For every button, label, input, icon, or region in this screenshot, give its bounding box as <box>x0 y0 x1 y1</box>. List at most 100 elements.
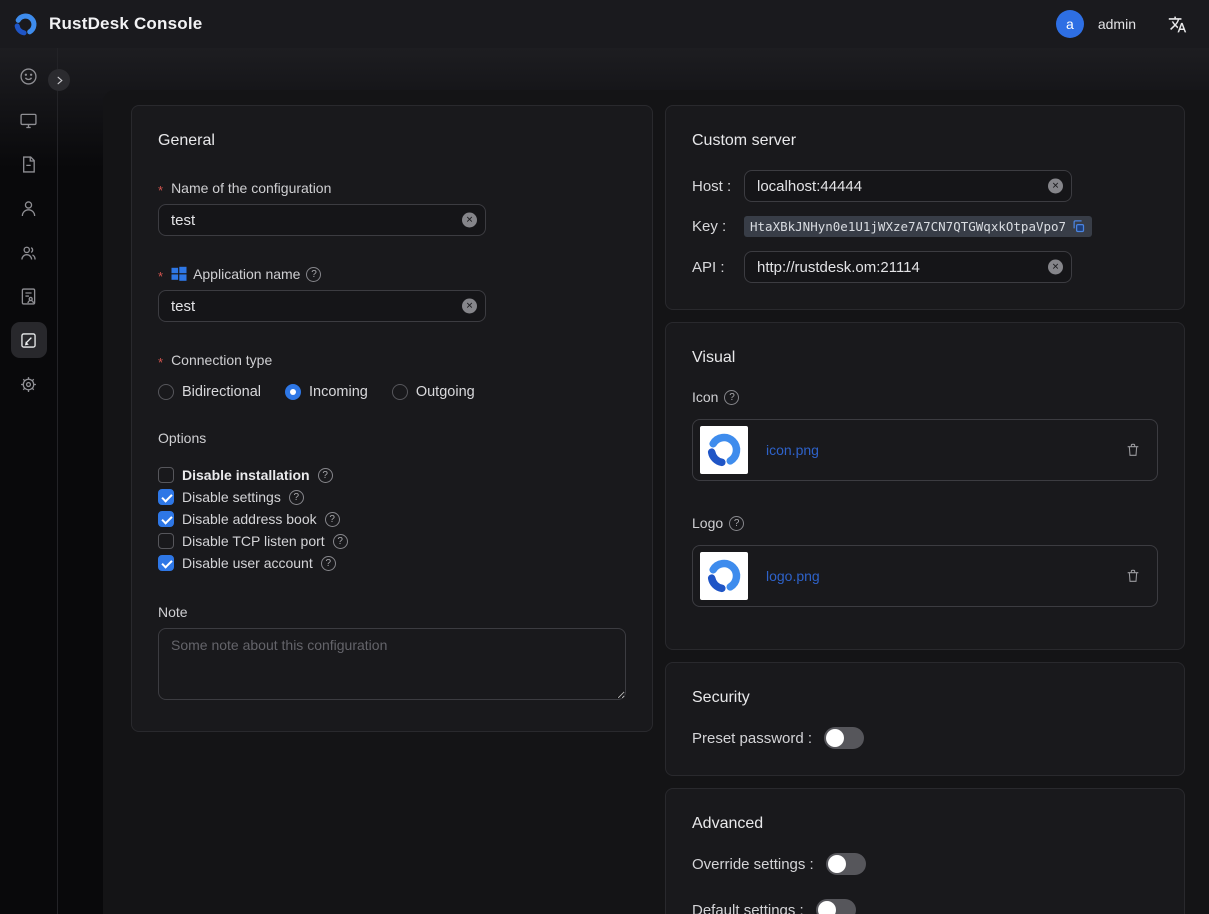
visual-title: Visual <box>692 349 1158 367</box>
windows-icon <box>171 266 187 282</box>
disable-user-account-help-icon[interactable]: ? <box>321 556 336 571</box>
override-settings-label: Override settings : <box>692 856 814 873</box>
disable-address-book-help-icon[interactable]: ? <box>325 512 340 527</box>
icon-file-link[interactable]: icon.png <box>766 442 819 458</box>
visual-card: Visual Icon ? icon.png <box>665 322 1185 650</box>
preset-password-toggle[interactable] <box>824 727 864 749</box>
rustdesk-logo-icon <box>704 556 744 596</box>
checkbox-disable-user-account[interactable]: Disable user account ? <box>158 552 626 574</box>
checkbox-label: Disable TCP listen port <box>182 533 325 549</box>
logo-help-icon[interactable]: ? <box>729 516 744 531</box>
server-key-value: HtaXBkJNHyn0e1U1jWXze7A7CN7QTGWqxkOtpaVp… <box>750 219 1065 234</box>
custom-server-card: Custom server Host : ✕ Key : HtaXBkJNHyn… <box>665 105 1185 310</box>
radio-outgoing[interactable]: Outgoing <box>392 384 475 400</box>
disable-tcp-listen-port-help-icon[interactable]: ? <box>333 534 348 549</box>
trash-icon <box>1125 442 1141 458</box>
radio-label: Bidirectional <box>182 384 261 400</box>
sidebar-item-documents[interactable] <box>11 146 47 182</box>
sidebar-expand-button[interactable] <box>48 69 70 91</box>
connection-type-group: Bidirectional Incoming Outgoing <box>158 384 626 400</box>
audit-log-icon <box>18 286 39 307</box>
smiley-icon <box>18 66 39 87</box>
host-input[interactable] <box>744 170 1072 202</box>
language-switch-button[interactable] <box>1168 15 1187 34</box>
logo-label: Logo <box>692 515 723 531</box>
key-label: Key : <box>692 218 744 235</box>
icon-preview <box>700 426 748 474</box>
checkbox-box[interactable] <box>158 467 174 483</box>
checkbox-box[interactable] <box>158 533 174 549</box>
checkbox-label: Disable address book <box>182 511 317 527</box>
config-name-input[interactable] <box>158 204 486 236</box>
default-settings-label: Default settings : <box>692 902 804 914</box>
required-asterisk: * <box>158 269 163 284</box>
trash-icon <box>1125 568 1141 584</box>
disable-installation-help-icon[interactable]: ? <box>318 468 333 483</box>
radio-circle[interactable] <box>158 384 174 400</box>
gear-icon <box>18 374 39 395</box>
radio-bidirectional[interactable]: Bidirectional <box>158 384 261 400</box>
sidebar-item-dashboard[interactable] <box>11 58 47 94</box>
application-name-label: Application name <box>193 266 300 282</box>
checkbox-disable-address-book[interactable]: Disable address book ? <box>158 508 626 530</box>
avatar[interactable]: a <box>1056 10 1084 38</box>
brand: RustDesk Console <box>12 11 202 38</box>
clear-config-name-icon[interactable]: ✕ <box>462 213 477 228</box>
icon-label: Icon <box>692 389 718 405</box>
radio-incoming[interactable]: Incoming <box>285 384 368 400</box>
radio-label: Outgoing <box>416 384 475 400</box>
monitor-icon <box>18 110 39 131</box>
checkbox-disable-installation[interactable]: Disable installation ? <box>158 464 626 486</box>
icon-file-row: icon.png <box>692 419 1158 481</box>
sidebar-item-settings[interactable] <box>11 366 47 402</box>
logo-preview <box>700 552 748 600</box>
application-name-help-icon[interactable]: ? <box>306 267 321 282</box>
default-settings-toggle[interactable] <box>816 899 856 914</box>
sidebar-item-audit-log[interactable] <box>11 278 47 314</box>
advanced-card: Advanced Override settings : Default set… <box>665 788 1185 914</box>
server-key-field: HtaXBkJNHyn0e1U1jWXze7A7CN7QTGWqxkOtpaVp… <box>744 216 1092 237</box>
sidebar-item-configurations[interactable] <box>11 322 47 358</box>
api-input[interactable] <box>744 251 1072 283</box>
radio-circle[interactable] <box>392 384 408 400</box>
top-header: RustDesk Console a admin <box>0 0 1209 48</box>
custom-server-title: Custom server <box>692 132 1158 150</box>
users-icon <box>18 242 39 263</box>
clear-host-icon[interactable]: ✕ <box>1048 179 1063 194</box>
override-settings-toggle[interactable] <box>826 853 866 875</box>
checkbox-box[interactable] <box>158 511 174 527</box>
sidebar <box>0 48 58 914</box>
note-textarea[interactable] <box>158 628 626 700</box>
security-card: Security Preset password : <box>665 662 1185 776</box>
copy-icon <box>1071 219 1086 234</box>
api-label: API : <box>692 259 744 276</box>
sidebar-item-groups[interactable] <box>11 234 47 270</box>
options-list: Disable installation ? Disable settings … <box>158 464 626 574</box>
security-title: Security <box>692 689 1158 707</box>
logo-file-row: logo.png <box>692 545 1158 607</box>
user-name[interactable]: admin <box>1098 16 1136 32</box>
host-label: Host : <box>692 178 744 195</box>
checkbox-disable-settings[interactable]: Disable settings ? <box>158 486 626 508</box>
application-name-input[interactable] <box>158 290 486 322</box>
general-title: General <box>158 132 626 150</box>
edit-icon <box>18 330 39 351</box>
clear-application-name-icon[interactable]: ✕ <box>462 299 477 314</box>
sidebar-item-users[interactable] <box>11 190 47 226</box>
checkbox-disable-tcp-listen-port[interactable]: Disable TCP listen port ? <box>158 530 626 552</box>
checkbox-label: Disable settings <box>182 489 281 505</box>
icon-help-icon[interactable]: ? <box>724 390 739 405</box>
disable-settings-help-icon[interactable]: ? <box>289 490 304 505</box>
delete-icon-button[interactable] <box>1125 442 1141 458</box>
logo-file-link[interactable]: logo.png <box>766 568 820 584</box>
delete-logo-button[interactable] <box>1125 568 1141 584</box>
chevron-right-icon <box>54 75 65 86</box>
radio-label: Incoming <box>309 384 368 400</box>
checkbox-box[interactable] <box>158 555 174 571</box>
copy-key-button[interactable] <box>1071 219 1086 234</box>
sidebar-item-devices[interactable] <box>11 102 47 138</box>
checkbox-box[interactable] <box>158 489 174 505</box>
clear-api-icon[interactable]: ✕ <box>1048 260 1063 275</box>
preset-password-label: Preset password : <box>692 730 812 747</box>
radio-circle[interactable] <box>285 384 301 400</box>
